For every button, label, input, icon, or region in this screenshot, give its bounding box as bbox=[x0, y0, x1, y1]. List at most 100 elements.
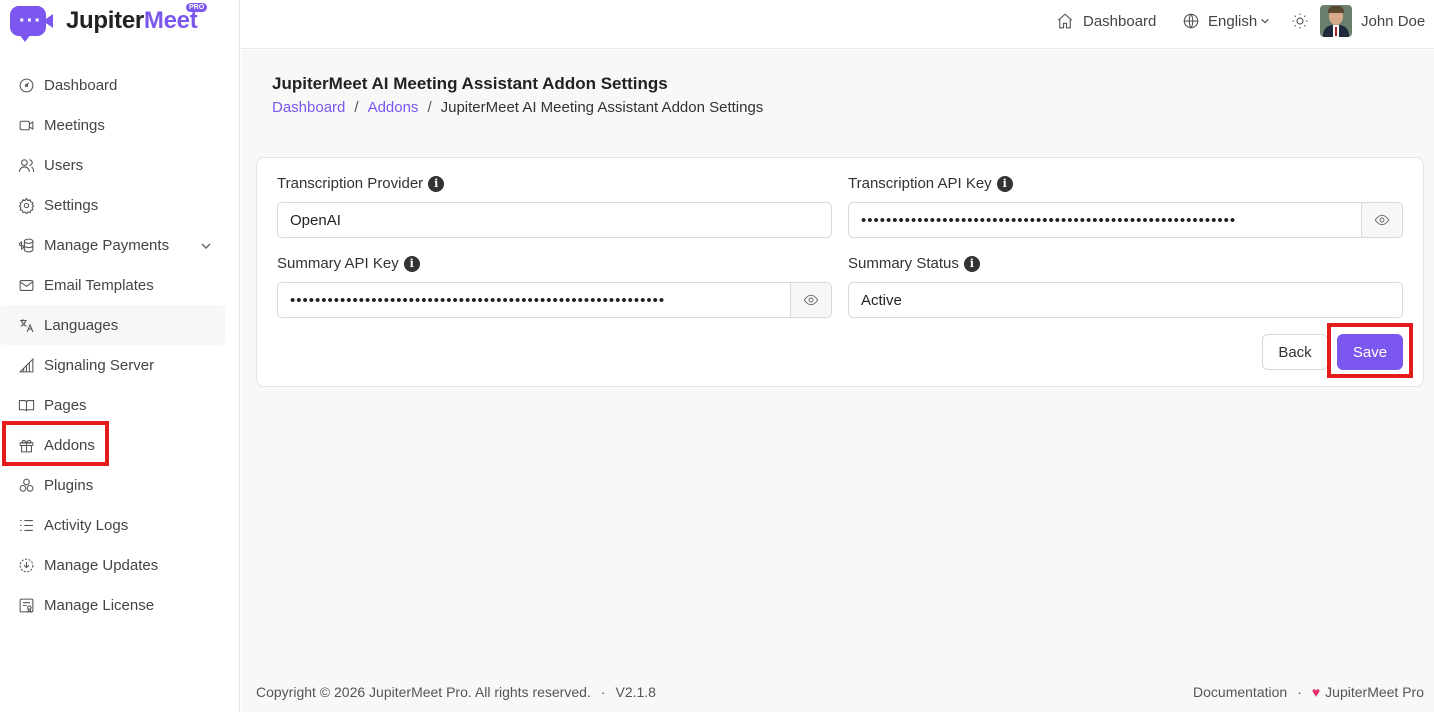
transcription-api-key-input[interactable]: ••••••••••••••••••••••••••••••••••••••••… bbox=[849, 203, 1361, 237]
sidebar-item-signaling-server[interactable]: Signaling Server bbox=[0, 345, 240, 385]
plugins-icon bbox=[17, 476, 35, 494]
list-icon bbox=[17, 516, 35, 534]
summary-api-key-input[interactable]: ••••••••••••••••••••••••••••••••••••••••… bbox=[278, 283, 790, 317]
sidebar-item-label: Settings bbox=[44, 196, 99, 214]
info-icon[interactable]: i bbox=[996, 175, 1013, 192]
sidebar-item-label: Manage License bbox=[44, 596, 155, 614]
avatar bbox=[1320, 5, 1352, 37]
user-name: John Doe bbox=[1361, 12, 1426, 30]
pro-badge: PRO bbox=[186, 3, 208, 12]
save-highlight-box bbox=[1327, 323, 1413, 378]
sidebar-item-label: Meetings bbox=[44, 116, 105, 134]
sidebar-item-label: Dashboard bbox=[44, 76, 118, 94]
book-icon bbox=[17, 396, 35, 414]
sidebar: ··· JupiterMeet PRO Dashboard Meetings U… bbox=[0, 0, 240, 712]
sidebar-item-label: Languages bbox=[44, 316, 119, 334]
field-label-text: Transcription Provider bbox=[277, 175, 424, 192]
language-label: English bbox=[1208, 12, 1258, 30]
heart-icon: ♥ bbox=[1311, 684, 1321, 700]
documentation-link[interactable]: Documentation bbox=[1193, 684, 1287, 700]
info-icon[interactable]: i bbox=[428, 175, 445, 192]
sidebar-item-label: Signaling Server bbox=[44, 356, 155, 374]
mail-icon bbox=[17, 276, 35, 294]
chevron-down-icon bbox=[1261, 18, 1269, 24]
addons-highlight-box bbox=[2, 421, 109, 466]
transcription-provider-field[interactable]: OpenAI bbox=[277, 202, 832, 238]
video-icon bbox=[17, 116, 35, 134]
breadcrumb-addons[interactable]: Addons bbox=[368, 99, 419, 116]
footer-separator: · bbox=[600, 684, 606, 700]
summary-status-field[interactable]: Active bbox=[848, 282, 1403, 318]
field-label-text: Summary Status bbox=[848, 255, 959, 272]
breadcrumb-dashboard[interactable]: Dashboard bbox=[272, 99, 345, 116]
sidebar-item-manage-payments[interactable]: Manage Payments bbox=[0, 225, 240, 265]
logo-text: JupiterMeet bbox=[66, 7, 198, 34]
sidebar-item-activity-logs[interactable]: Activity Logs bbox=[0, 505, 240, 545]
summary-status-label: Summary Status i bbox=[848, 255, 980, 272]
breadcrumb-separator: / bbox=[354, 99, 359, 116]
home-icon bbox=[1057, 13, 1073, 29]
update-icon bbox=[17, 556, 35, 574]
signal-icon bbox=[17, 356, 35, 374]
sidebar-item-label: Plugins bbox=[44, 476, 94, 494]
dashboard-icon bbox=[17, 76, 35, 94]
app-logo[interactable]: ··· JupiterMeet bbox=[10, 5, 198, 42]
back-button[interactable]: Back bbox=[1262, 334, 1328, 370]
chevron-down-icon[interactable] bbox=[200, 239, 212, 256]
top-header: Dashboard English John Doe bbox=[240, 0, 1434, 49]
sidebar-item-manage-updates[interactable]: Manage Updates bbox=[0, 545, 240, 585]
sidebar-item-meetings[interactable]: Meetings bbox=[0, 105, 240, 145]
sidebar-item-label: Users bbox=[44, 156, 84, 174]
footer-copyright: Copyright © 2026 JupiterMeet Pro. All ri… bbox=[256, 684, 656, 700]
sidebar-item-label: Manage Payments bbox=[44, 236, 170, 254]
sidebar-item-plugins[interactable]: Plugins bbox=[0, 465, 240, 505]
copyright-text: Copyright © 2026 JupiterMeet Pro. All ri… bbox=[256, 684, 591, 700]
translate-icon bbox=[17, 316, 35, 334]
brand-link[interactable]: JupiterMeet Pro bbox=[1325, 684, 1424, 700]
transcription-api-key-label: Transcription API Key i bbox=[848, 175, 1013, 192]
sidebar-item-languages[interactable]: Languages bbox=[0, 305, 225, 345]
license-icon bbox=[17, 596, 35, 614]
transcription-provider-label: Transcription Provider i bbox=[277, 175, 445, 192]
footer-separator: · bbox=[1297, 684, 1302, 700]
gear-icon bbox=[17, 196, 35, 214]
theme-toggle[interactable] bbox=[1291, 12, 1309, 35]
language-selector[interactable]: English bbox=[1182, 12, 1270, 30]
eye-icon bbox=[1374, 214, 1390, 226]
sidebar-item-pages[interactable]: Pages bbox=[0, 385, 240, 425]
field-label-text: Summary API Key bbox=[277, 255, 399, 272]
toggle-visibility-button[interactable] bbox=[790, 283, 831, 317]
footer-links: Documentation · ♥ JupiterMeet Pro bbox=[1193, 684, 1424, 700]
breadcrumb-separator: / bbox=[427, 99, 432, 116]
logo-icon: ··· bbox=[10, 6, 53, 42]
header-dashboard-label: Dashboard bbox=[1083, 12, 1157, 30]
summary-api-key-field: ••••••••••••••••••••••••••••••••••••••••… bbox=[277, 282, 832, 318]
summary-api-key-label: Summary API Key i bbox=[277, 255, 420, 272]
version-text: V2.1.8 bbox=[615, 684, 656, 700]
sidebar-item-users[interactable]: Users bbox=[0, 145, 240, 185]
sidebar-item-manage-license[interactable]: Manage License bbox=[0, 585, 240, 625]
sidebar-item-label: Activity Logs bbox=[44, 516, 129, 534]
globe-icon bbox=[1183, 13, 1199, 29]
payments-icon bbox=[17, 236, 35, 254]
sidebar-item-label: Email Templates bbox=[44, 276, 154, 294]
sidebar-item-email-templates[interactable]: Email Templates bbox=[0, 265, 240, 305]
sidebar-item-dashboard[interactable]: Dashboard bbox=[0, 65, 240, 105]
info-icon[interactable]: i bbox=[963, 255, 980, 272]
sidebar-item-label: Manage Updates bbox=[44, 556, 159, 574]
field-label-text: Transcription API Key bbox=[848, 175, 992, 192]
breadcrumb: Dashboard / Addons / JupiterMeet AI Meet… bbox=[272, 99, 763, 116]
toggle-visibility-button[interactable] bbox=[1361, 203, 1402, 237]
header-dashboard-link[interactable]: Dashboard bbox=[1056, 12, 1156, 30]
users-icon bbox=[17, 156, 35, 174]
sidebar-nav: Dashboard Meetings Users Settings Manage… bbox=[0, 65, 240, 625]
sidebar-item-settings[interactable]: Settings bbox=[0, 185, 240, 225]
eye-icon bbox=[803, 294, 819, 306]
sun-icon bbox=[1292, 13, 1308, 29]
transcription-api-key-field: ••••••••••••••••••••••••••••••••••••••••… bbox=[848, 202, 1403, 238]
breadcrumb-current: JupiterMeet AI Meeting Assistant Addon S… bbox=[440, 99, 764, 116]
sidebar-item-label: Pages bbox=[44, 396, 87, 414]
info-icon[interactable]: i bbox=[403, 255, 420, 272]
page-title: JupiterMeet AI Meeting Assistant Addon S… bbox=[272, 74, 668, 93]
user-menu[interactable]: John Doe bbox=[1320, 5, 1425, 37]
